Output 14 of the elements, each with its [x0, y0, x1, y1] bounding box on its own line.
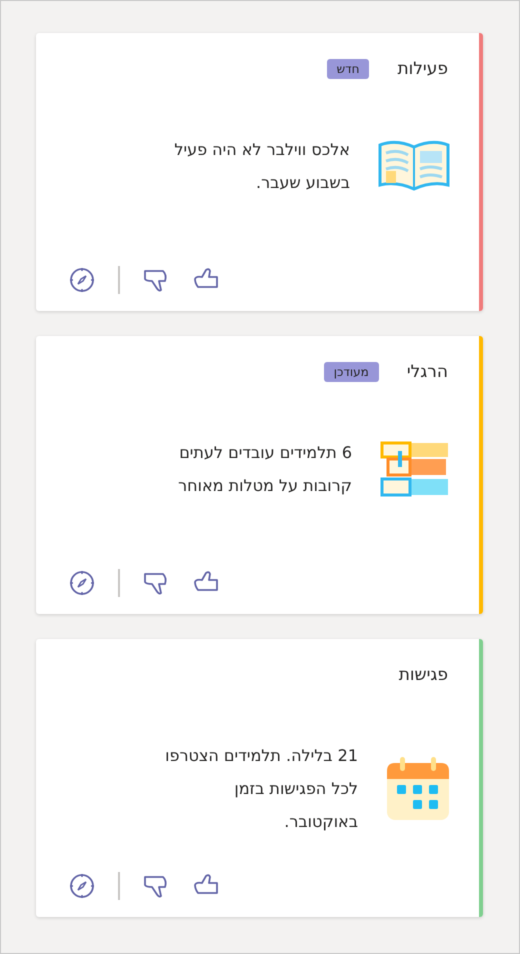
card-title: פעילות: [397, 59, 448, 79]
insight-text: 21 בלילה. תלמידים הצטרפו לכל הפגישות בזמן באוקטובר.: [165, 745, 358, 833]
book-stack-icon: [380, 441, 450, 497]
open-book-icon: [378, 139, 450, 193]
card-title: פגישות: [398, 665, 448, 685]
card-title: הרגלי: [406, 362, 448, 382]
insight-text: אלכס ווילבר לא היה פעיל בשבוע שעבר.: [174, 139, 350, 194]
compass-icon[interactable]: [68, 266, 96, 294]
insight-text: 6 תלמידים עובדים לעתים קרובות על מטלות מאוחר: [178, 442, 352, 497]
compass-icon[interactable]: [68, 569, 96, 597]
compass-icon[interactable]: [68, 872, 96, 900]
status-badge: מעודכן: [324, 362, 379, 382]
calendar-icon: [386, 756, 450, 820]
status-badge: חדש: [326, 59, 370, 79]
